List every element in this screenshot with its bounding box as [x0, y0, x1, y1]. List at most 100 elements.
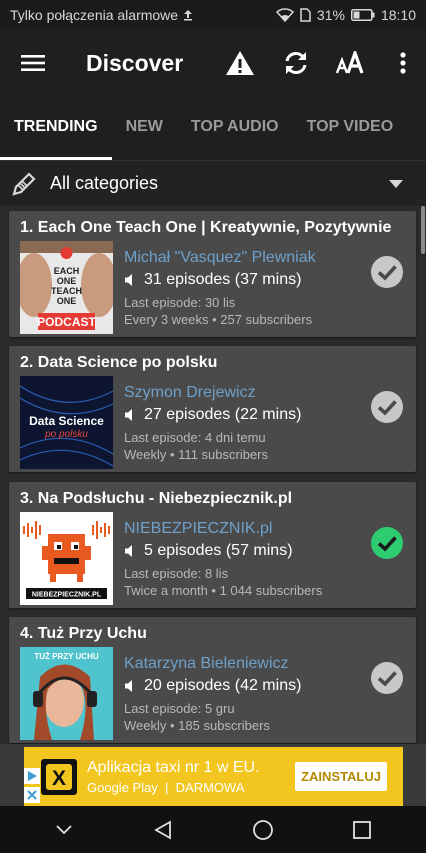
tab-new[interactable]: NEW: [112, 96, 177, 160]
ad-text: Aplikacja taxi nr 1 w EU. Google Play | …: [87, 759, 295, 795]
speaker-icon: [125, 409, 132, 421]
last-episode: Last episode: 8 lis: [124, 566, 229, 581]
text-size-icon: [336, 51, 364, 74]
ad-title: Aplikacja taxi nr 1 w EU.: [87, 758, 260, 776]
category-label: All categories: [50, 173, 159, 193]
speaker-icon: [125, 274, 132, 286]
episodes-text: 31 episodes (37 mins): [144, 271, 302, 288]
clock: 18:10: [380, 7, 416, 23]
chevron-down-icon: [56, 824, 72, 834]
tab-bar: TRENDING NEW TOP AUDIO TOP VIDEO: [0, 96, 426, 160]
podcast-title: 4. Tuż Przy Uchu: [20, 625, 147, 642]
page-title: Discover: [86, 49, 184, 76]
check-circle-icon: [371, 391, 403, 423]
check-circle-icon: [371, 662, 403, 694]
cover-text: TUŻ PRZY UCHU: [34, 652, 99, 661]
cover-text: po polsku: [44, 429, 88, 440]
ad-content[interactable]: X Aplikacja taxi nr 1 w EU. Google Play …: [24, 747, 403, 806]
back-triangle-icon: [154, 819, 172, 840]
pencil-icon: [0, 170, 48, 198]
dropdown-arrow-icon: [366, 179, 426, 188]
refresh-icon: [285, 52, 307, 74]
nav-back-button[interactable]: [140, 810, 186, 850]
tab-trending[interactable]: TRENDING: [0, 96, 112, 160]
screen: Tylko połączenia alarmowe 31% 18:10 Disc…: [0, 0, 426, 853]
home-circle-icon: [252, 819, 273, 840]
subscribe-button[interactable]: [370, 390, 404, 424]
cover-text: EACH: [54, 266, 80, 276]
menu-icon: [21, 55, 45, 71]
cover-text: Data Science: [29, 414, 104, 428]
wifi-icon: [275, 8, 294, 22]
cover-text: ONE: [57, 276, 77, 286]
episodes-text: 27 episodes (22 mins): [144, 406, 302, 423]
recents-square-icon: [353, 820, 372, 839]
frequency-subscribers: Weekly • 185 subscribers: [124, 718, 270, 733]
last-episode: Last episode: 5 gru: [124, 701, 235, 716]
more-options-button[interactable]: [380, 35, 426, 91]
episodes-text: 5 episodes (57 mins): [144, 542, 293, 559]
sim-icon: [300, 8, 311, 22]
nav-hide-button[interactable]: [41, 810, 87, 850]
ad-banner[interactable]: X Aplikacja taxi nr 1 w EU. Google Play …: [0, 744, 426, 806]
podcast-title: 1. Each One Teach One | Kreatywnie, Pozy…: [20, 219, 392, 236]
menu-button[interactable]: [0, 30, 66, 96]
category-selector[interactable]: All categories: [0, 160, 426, 206]
episodes-text: 20 episodes (42 mins): [144, 677, 302, 694]
podcast-title: 2. Data Science po polsku: [20, 354, 218, 371]
frequency-subscribers: Every 3 weeks • 257 subscribers: [124, 312, 313, 327]
subscribe-button[interactable]: [370, 661, 404, 695]
podcast-cover: Data Science po polsku: [20, 376, 113, 469]
podcast-list[interactable]: 1. Each One Teach One | Kreatywnie, Pozy…: [0, 206, 426, 744]
text-size-button[interactable]: [324, 35, 380, 91]
cover-text: TEACH: [51, 286, 82, 296]
podcast-author[interactable]: Michał "Vasquez" Plewniak: [124, 249, 316, 267]
ad-app-logo: X: [41, 758, 77, 795]
check-circle-icon: [371, 256, 403, 288]
subscribed-button[interactable]: [370, 526, 404, 560]
podcast-card[interactable]: 3. Na Podsłuchu - Niebezpiecznik.pl NIEB…: [9, 482, 416, 608]
carrier-text: Tylko połączenia alarmowe: [10, 7, 179, 23]
podcast-author[interactable]: NIEBEZPIECZNIK.pl: [124, 520, 272, 538]
nav-home-button[interactable]: [240, 810, 286, 850]
status-bar: Tylko połączenia alarmowe 31% 18:10: [0, 0, 426, 30]
ad-choices-icon[interactable]: [24, 768, 40, 784]
podcast-card[interactable]: 4. Tuż Przy Uchu TUŻ PRZY UCHU Katarzyna…: [9, 617, 416, 743]
frequency-subscribers: Weekly • 111 subscribers: [124, 447, 268, 462]
app-bar: Discover: [0, 30, 426, 96]
podcast-cover: EACH ONE TEACH ONE PODCAST: [20, 241, 113, 334]
warning-icon: [226, 51, 254, 75]
tab-top-audio[interactable]: TOP AUDIO: [177, 96, 293, 160]
ad-source: Google Play: [87, 779, 158, 795]
episode-count: 27 episodes (22 mins): [124, 406, 301, 424]
podcast-card[interactable]: 1. Each One Teach One | Kreatywnie, Pozy…: [9, 211, 416, 337]
episode-count: 5 episodes (57 mins): [124, 542, 293, 560]
warning-button[interactable]: [212, 35, 268, 91]
ad-close-icon[interactable]: [24, 787, 40, 803]
scrollbar[interactable]: [421, 206, 425, 254]
cover-text: ONE: [57, 296, 77, 306]
podcast-card[interactable]: 2. Data Science po polsku Data Science p…: [9, 346, 416, 472]
battery-percent: 31%: [316, 7, 345, 23]
last-episode: Last episode: 4 dni temu: [124, 430, 266, 445]
more-vert-icon: [400, 52, 406, 74]
episode-count: 20 episodes (42 mins): [124, 677, 301, 695]
podcast-cover: TUŻ PRZY UCHU: [20, 647, 113, 740]
upload-icon: [183, 9, 193, 21]
cover-text: NIEBEZPIECZNIK.PL: [32, 592, 102, 599]
podcast-author[interactable]: Katarzyna Bieleniewicz: [124, 655, 289, 673]
tab-top-video[interactable]: TOP VIDEO: [293, 96, 408, 160]
podcast-author[interactable]: Szymon Drejewicz: [124, 384, 256, 402]
last-episode: Last episode: 30 lis: [124, 295, 236, 310]
frequency-subscribers: Twice a month • 1 044 subscribers: [124, 583, 323, 598]
check-circle-icon: [371, 527, 403, 559]
speaker-icon: [125, 545, 132, 557]
system-nav-bar: [0, 806, 426, 853]
battery-icon: [350, 9, 375, 21]
nav-recents-button[interactable]: [339, 810, 385, 850]
refresh-button[interactable]: [268, 35, 324, 91]
subscribe-button[interactable]: [370, 255, 404, 289]
podcast-cover: NIEBEZPIECZNIK.PL: [20, 512, 113, 605]
install-button[interactable]: ZAINSTALUJ: [295, 762, 387, 791]
ad-subtitle: Google Play | DARMOWA: [87, 779, 245, 795]
